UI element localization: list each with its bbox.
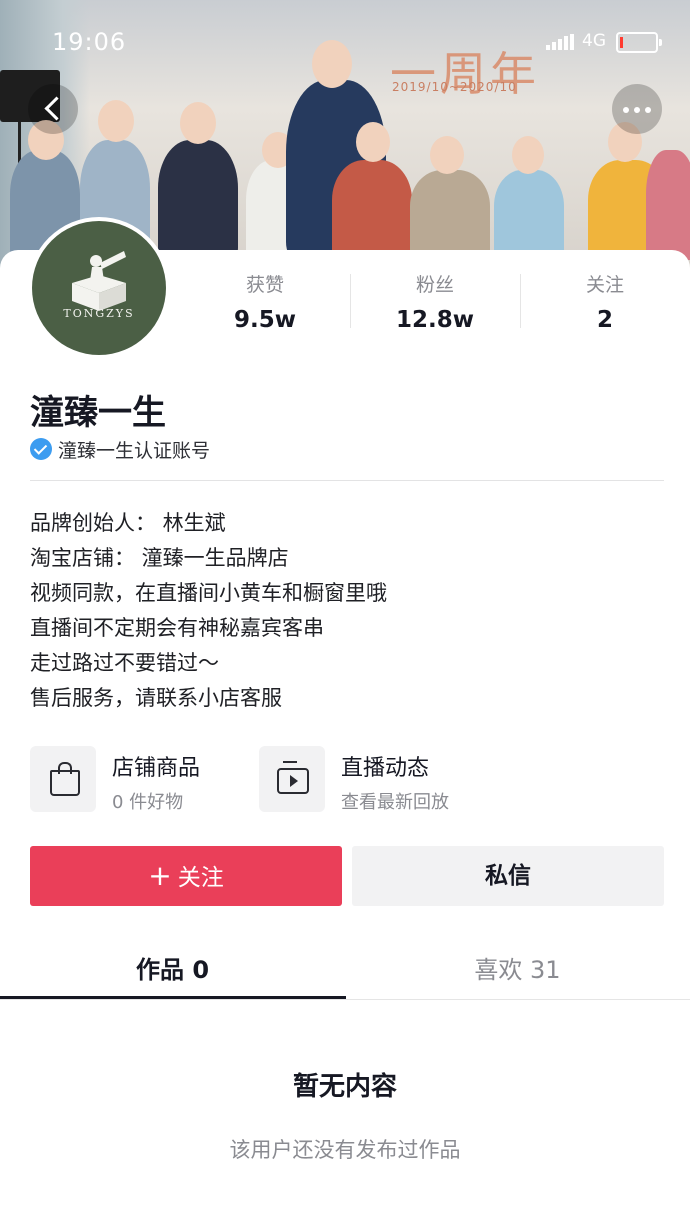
empty-state-title: 暂无内容	[292, 1072, 397, 1102]
telescope-box-logo-icon	[72, 251, 126, 311]
stat-followers[interactable]: 粉丝 12.8w	[350, 270, 520, 333]
shopping-bag-icon	[50, 762, 80, 796]
back-button[interactable]	[28, 84, 78, 134]
bio-line: 售后服务，请联系小店客服	[30, 686, 282, 710]
feature-title: 店铺商品	[112, 756, 201, 781]
message-button[interactable]: 私信	[352, 846, 664, 906]
stat-label: 关注	[585, 274, 624, 296]
banner-date: 2019/10~2020/10	[392, 80, 517, 94]
verified-badge-icon	[30, 438, 52, 460]
plus-icon: +	[148, 859, 172, 892]
stat-value: 9.5w	[234, 307, 296, 333]
content-tabs: 作品 0 喜欢 31	[0, 940, 690, 1000]
stat-label: 获赞	[245, 274, 284, 296]
stat-following[interactable]: 关注 2	[520, 270, 690, 333]
stat-value: 2	[596, 307, 613, 333]
profile-name: 潼臻一生	[30, 393, 166, 433]
tab-works[interactable]: 作品 0	[0, 950, 345, 985]
status-time: 19:06	[52, 28, 127, 56]
tab-divider	[0, 999, 690, 1000]
live-updates-entry[interactable]: 直播动态 查看最新回放	[259, 746, 489, 814]
network-type: 4G	[582, 31, 606, 51]
tv-play-icon	[277, 768, 309, 794]
empty-state-subtitle: 该用户还没有发布过作品	[229, 1138, 461, 1162]
avatar-logo-text: TONGZYS	[63, 307, 135, 320]
battery-icon	[616, 32, 662, 53]
bio-line: 走过路过不要错过～	[30, 651, 219, 675]
bio-line: 品牌创始人： 林生斌	[30, 511, 226, 535]
bio-line: 视频同款，在直播间小黄车和橱窗里哦	[30, 581, 387, 605]
follow-label: 关注	[177, 865, 224, 891]
feature-title: 直播动态	[341, 756, 430, 781]
feature-subtitle: 查看最新回放	[341, 792, 449, 813]
follow-button[interactable]: + 关注	[30, 846, 342, 906]
bio-line: 淘宝店铺： 潼臻一生品牌店	[30, 546, 289, 570]
more-options-button[interactable]	[612, 84, 662, 134]
profile-bio: 品牌创始人： 林生斌 淘宝店铺： 潼臻一生品牌店 视频同款，在直播间小黄车和橱窗…	[30, 506, 670, 716]
stat-likes[interactable]: 获赞 9.5w	[180, 270, 350, 333]
bio-line: 直播间不定期会有神秘嘉宾客串	[30, 616, 324, 640]
status-bar: 19:06 4G	[0, 28, 690, 58]
signal-icon	[546, 34, 574, 50]
profile-stats: 获赞 9.5w 粉丝 12.8w 关注 2	[180, 270, 690, 333]
verified-text: 潼臻一生认证账号	[58, 440, 211, 462]
stat-value: 12.8w	[396, 307, 474, 333]
section-divider	[30, 480, 664, 481]
avatar[interactable]: TONGZYS	[28, 217, 170, 359]
feature-subtitle: 0 件好物	[112, 792, 184, 813]
tab-likes[interactable]: 喜欢 31	[345, 950, 690, 985]
stat-label: 粉丝	[415, 274, 454, 296]
shop-products-entry[interactable]: 店铺商品 0 件好物	[30, 746, 240, 814]
